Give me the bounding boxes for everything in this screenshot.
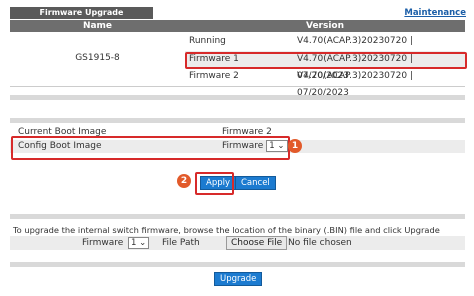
choose-file-button[interactable]: Choose File bbox=[226, 236, 288, 250]
divider bbox=[10, 214, 465, 219]
tab-firmware-upgrade: Firmware Upgrade bbox=[10, 7, 153, 19]
firmware-label: Firmware bbox=[82, 238, 124, 248]
cancel-button[interactable]: Cancel bbox=[235, 176, 276, 190]
upgrade-row: Firmware 1 ⌄ File Path Choose File No fi… bbox=[10, 236, 465, 250]
device-name: GS1915-8 bbox=[75, 53, 120, 63]
step-badge-2: 2 bbox=[177, 174, 191, 188]
step-badge-1: 1 bbox=[288, 139, 302, 153]
chevron-down-icon: ⌄ bbox=[139, 238, 147, 248]
table-row: Running V4.70(ACAP.3)20230720 | 07/20/20… bbox=[185, 33, 465, 63]
maintenance-link[interactable]: Maintenance bbox=[404, 8, 466, 18]
col-version-header: Version bbox=[305, 21, 345, 31]
row-label: Running bbox=[189, 36, 226, 46]
col-name-header: Name bbox=[82, 21, 113, 31]
highlight-apply bbox=[195, 172, 234, 195]
upgrade-instructions: To upgrade the internal switch firmware,… bbox=[13, 225, 440, 247]
highlight-config-boot bbox=[11, 136, 290, 160]
row-label: Firmware 2 bbox=[189, 71, 239, 81]
highlight-firmware1-row bbox=[185, 52, 467, 69]
table-row: Firmware 2 V4.70(ACAP.3)20230720 | 07/20… bbox=[185, 68, 465, 98]
divider bbox=[10, 262, 465, 267]
divider bbox=[10, 118, 465, 123]
upgrade-button[interactable]: Upgrade bbox=[214, 272, 263, 286]
file-path-label: File Path bbox=[162, 238, 200, 248]
no-file-text: No file chosen bbox=[288, 238, 352, 248]
firmware-select[interactable]: 1 ⌄ bbox=[128, 237, 150, 249]
version-table-header: Name Version bbox=[10, 20, 465, 32]
